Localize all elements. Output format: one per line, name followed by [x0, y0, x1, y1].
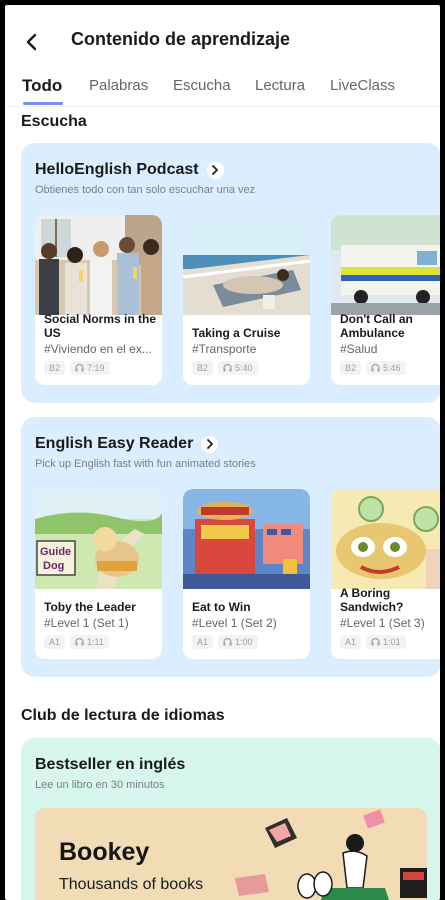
reader-title: English Easy Reader — [35, 435, 194, 452]
banner-brand: Bookey — [59, 838, 150, 866]
reader-item[interactable]: Guide Dog Toby the Leader #Level 1 (Set … — [35, 489, 162, 659]
duration-badge: 5:46 — [366, 361, 406, 375]
reader-item-tag: #Level 1 (Set 2) — [192, 616, 277, 630]
duration-badge: 1:01 — [366, 635, 406, 649]
bestseller-card: Bestseller en inglés Lee un libro en 30 … — [21, 738, 440, 900]
podcast-item[interactable]: Don't Call an Ambulance #Salud B2 5:46 — [331, 215, 440, 385]
podcast-item-badges: B2 7:19 — [44, 361, 110, 375]
svg-text:Dog: Dog — [43, 560, 64, 572]
reader-header[interactable]: English Easy Reader — [35, 435, 219, 453]
podcast-item-tag: #Salud — [340, 342, 378, 356]
podcast-item-title: Don't Call an Ambulance — [340, 312, 413, 340]
screen: Contenido de aprendizaje Todo Palabras E… — [5, 5, 440, 900]
podcast-item-badges: B2 5:46 — [340, 361, 406, 375]
podcast-thumbnail — [183, 215, 310, 315]
tab-escucha[interactable]: Escucha — [173, 77, 231, 94]
level-badge: B2 — [340, 361, 362, 375]
header: Contenido de aprendizaje — [5, 5, 440, 70]
podcast-item[interactable]: Social Norms in the US #Viviendo en el e… — [35, 215, 162, 385]
duration-text: 7:19 — [87, 363, 105, 373]
podcast-thumbnail — [331, 215, 440, 315]
headphones-icon — [371, 638, 380, 646]
reader-thumbnail: Guide Dog — [35, 489, 162, 589]
tab-todo[interactable]: Todo — [22, 76, 62, 96]
level-badge: B2 — [44, 361, 66, 375]
headphones-icon — [223, 638, 232, 646]
duration-text: 1:01 — [383, 637, 401, 647]
duration-badge: 7:19 — [70, 361, 110, 375]
page-title: Contenido de aprendizaje — [71, 29, 291, 49]
reader-thumbnail — [331, 489, 440, 589]
duration-text: 5:46 — [383, 363, 401, 373]
duration-text: 5:40 — [235, 363, 253, 373]
level-badge: B2 — [192, 361, 214, 375]
reader-item-title: Eat to Win — [192, 600, 251, 614]
bookey-banner[interactable]: Bookey Thousands of books — [35, 808, 427, 900]
duration-badge: 1:00 — [218, 635, 258, 649]
podcast-item-title: Social Norms in the US — [44, 312, 157, 340]
active-tab-indicator — [23, 102, 63, 105]
section-title-escucha: Escucha — [21, 113, 87, 130]
reader-thumbnail — [183, 489, 310, 589]
reader-item[interactable]: Eat to Win #Level 1 (Set 2) A1 1:00 — [183, 489, 310, 659]
headphones-icon — [371, 364, 380, 372]
reader-item-badges: A1 1:11 — [44, 635, 109, 649]
podcast-item-tag: #Transporte — [192, 342, 257, 356]
reader-item-tag: #Level 1 (Set 3) — [340, 616, 425, 630]
chevron-right-icon[interactable] — [206, 161, 224, 179]
reader-item-title: A Boring Sandwich? — [340, 586, 404, 614]
headphones-icon — [75, 364, 84, 372]
banner-headline: Thousands of books — [59, 876, 204, 893]
tab-lectura[interactable]: Lectura — [255, 77, 305, 94]
podcast-subtitle: Obtienes todo con tan solo escuchar una … — [35, 184, 256, 196]
tab-bar: Todo Palabras Escucha Lectura LiveClass — [5, 71, 440, 107]
podcast-thumbnail — [35, 215, 162, 315]
chevron-right-icon[interactable] — [201, 435, 219, 453]
headphones-icon — [75, 638, 84, 646]
duration-badge: 5:40 — [218, 361, 258, 375]
level-badge: A1 — [44, 635, 66, 649]
back-arrow-icon[interactable] — [17, 27, 47, 57]
reader-item-title: Toby the Leader — [44, 600, 136, 614]
reader-card: English Easy Reader Pick up English fast… — [21, 417, 440, 677]
duration-text: 1:00 — [235, 637, 253, 647]
reader-item[interactable]: A Boring Sandwich? #Level 1 (Set 3) A1 1… — [331, 489, 440, 659]
podcast-item-badges: B2 5:40 — [192, 361, 258, 375]
podcast-item-tag: #Viviendo en el ex... — [44, 342, 152, 356]
level-badge: A1 — [340, 635, 362, 649]
duration-text: 1:11 — [87, 637, 104, 647]
level-badge: A1 — [192, 635, 214, 649]
reader-item-badges: A1 1:01 — [340, 635, 406, 649]
tab-liveclass[interactable]: LiveClass — [330, 77, 395, 94]
reader-item-tag: #Level 1 (Set 1) — [44, 616, 129, 630]
banner-illustration — [235, 809, 427, 900]
reader-item-badges: A1 1:00 — [192, 635, 258, 649]
podcast-item[interactable]: Taking a Cruise #Transporte B2 5:40 — [183, 215, 310, 385]
duration-badge: 1:11 — [70, 635, 109, 649]
podcast-header[interactable]: HelloEnglish Podcast — [35, 161, 224, 179]
podcast-title: HelloEnglish Podcast — [35, 161, 199, 178]
podcast-card: HelloEnglish Podcast Obtienes todo con t… — [21, 143, 440, 403]
bestseller-title: Bestseller en inglés — [35, 756, 186, 773]
svg-text:Guide: Guide — [40, 546, 71, 558]
podcast-item-title: Taking a Cruise — [192, 326, 281, 340]
headphones-icon — [223, 364, 232, 372]
bestseller-header[interactable]: Bestseller en inglés — [35, 756, 185, 774]
section-title-club: Club de lectura de idiomas — [21, 707, 225, 724]
tab-palabras[interactable]: Palabras — [89, 77, 148, 94]
reader-subtitle: Pick up English fast with fun animated s… — [35, 458, 256, 470]
bestseller-subtitle: Lee un libro en 30 minutos — [35, 779, 165, 791]
